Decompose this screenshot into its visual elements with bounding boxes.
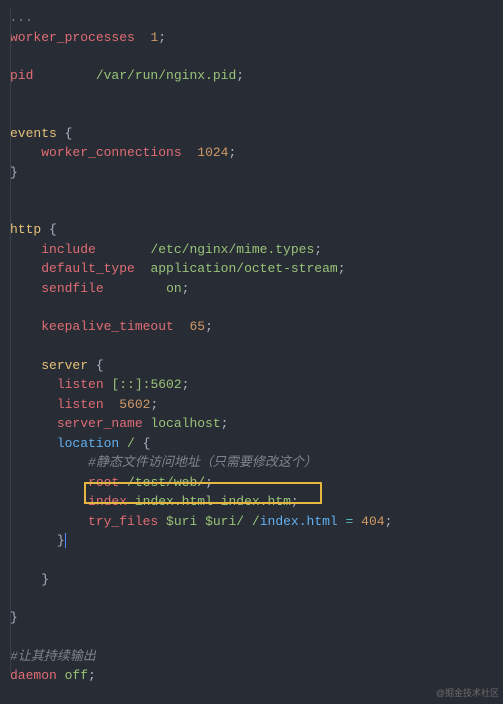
code-line: sendfile on; [10,279,495,299]
cursor [65,533,66,548]
code-line [10,182,495,201]
watermark: @掘金技术社区 [436,687,499,701]
code-line: daemon off; [10,666,495,686]
code-line: default_type application/octet-stream; [10,259,495,279]
code-line: server { [10,356,495,376]
code-line: events { [10,124,495,144]
code-line: keepalive_timeout 65; [10,317,495,337]
code-line [10,589,495,608]
indent-guide [10,8,11,673]
code-line: listen [::]:5602; [10,375,495,395]
code-line [10,47,495,66]
code-line: pid /var/run/nginx.pid; [10,66,495,86]
code-line: } [10,163,495,183]
code-line: root /test/web/; [10,473,495,493]
code-line: try_files $uri $uri/ /index.html = 404; [10,512,495,532]
code-editor[interactable]: ... worker_processes 1; pid /var/run/ngi… [8,8,495,686]
code-line: } [10,531,495,551]
code-line: } [10,570,495,590]
code-line: http { [10,220,495,240]
code-line: #静态文件访问地址（只需要修改这个） [10,453,495,473]
code-line [10,551,495,570]
code-line [10,105,495,124]
code-line: include /etc/nginx/mime.types; [10,240,495,260]
code-line: ... [10,8,495,28]
code-line [10,201,495,220]
code-line [10,337,495,356]
code-line: index index.html index.htm; [10,492,495,512]
code-line: server_name localhost; [10,414,495,434]
code-line [10,298,495,317]
code-line: worker_processes 1; [10,28,495,48]
code-line: location / { [10,434,495,454]
code-line [10,628,495,647]
code-line: #让其持续输出 [10,647,495,667]
code-line [10,86,495,105]
code-line: listen 5602; [10,395,495,415]
code-line: worker_connections 1024; [10,143,495,163]
code-line: } [10,608,495,628]
